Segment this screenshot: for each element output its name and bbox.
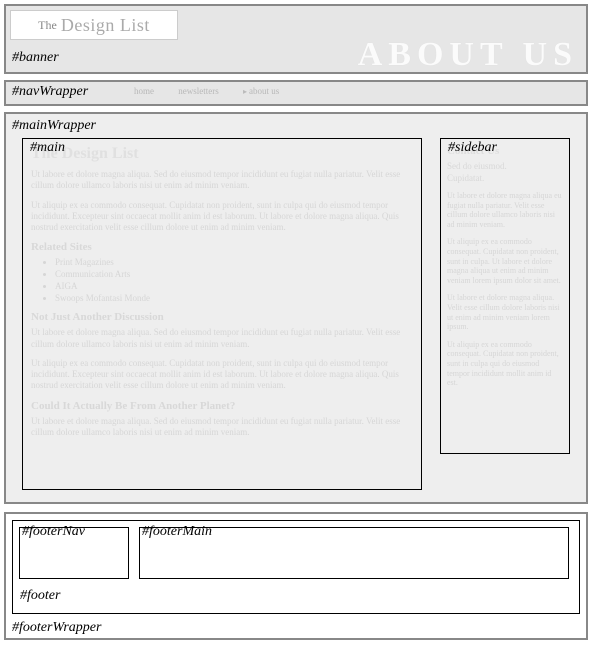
main-wrapper-region: The Design List Ut labore et dolore magn… — [4, 112, 588, 504]
main-p1: Ut labore et dolore magna aliqua. Sed do… — [31, 169, 413, 192]
sidebar-p3: Ut labore et dolore magna aliqua. Velit … — [447, 293, 563, 331]
logo-text-big: Design List — [61, 15, 150, 36]
label-footer-nav: #footerNav — [22, 524, 85, 540]
list-item: Communication Arts — [55, 269, 413, 279]
main-h3-planet: Could It Actually Be From Another Planet… — [31, 400, 413, 412]
label-sidebar: #sidebar — [448, 140, 497, 156]
main-p4: Ut aliquip ex ea commodo consequat. Cupi… — [31, 358, 413, 392]
nav-item-newsletters[interactable]: newsletters — [178, 86, 219, 96]
sidebar-p2: Ut aliquip ex ea commodo consequat. Cupi… — [447, 237, 563, 285]
sidebar-p4: Ut aliquip ex ea commodo consequat. Cupi… — [447, 340, 563, 388]
sidebar-region: Contact Us Sed do eiusmod. Cupidatat. Ut… — [440, 138, 570, 454]
site-logo: The Design List — [10, 10, 178, 40]
label-footer-wrapper: #footerWrapper — [12, 620, 101, 636]
label-footer: #footer — [20, 588, 60, 604]
label-banner: #banner — [12, 50, 59, 66]
logo-text-small: The — [38, 18, 57, 33]
main-p5: Ut labore et dolore magna aliqua. Sed do… — [31, 416, 413, 439]
banner-heading: ABOUT US — [358, 36, 578, 74]
nav-wrapper-region: home newsletters about us — [4, 80, 588, 106]
main-p3: Ut labore et dolore magna aliqua. Sed do… — [31, 327, 413, 350]
label-main-wrapper: #mainWrapper — [12, 118, 96, 134]
banner-region: The Design List ABOUT US — [4, 4, 588, 74]
nav-item-home[interactable]: home — [134, 86, 154, 96]
list-item: Swoops Mofantasi Monde — [55, 293, 413, 303]
nav-items: home newsletters about us — [134, 86, 301, 96]
label-nav-wrapper: #navWrapper — [12, 84, 88, 100]
main-p2: Ut aliquip ex ea commodo consequat. Cupi… — [31, 200, 413, 234]
main-list: Print Magazines Communication Arts AIGA … — [55, 257, 413, 303]
label-main: #main — [30, 140, 65, 156]
sidebar-sub1: Sed do eiusmod. — [447, 161, 563, 171]
main-region: The Design List Ut labore et dolore magn… — [22, 138, 422, 490]
main-title: The Design List — [31, 145, 413, 163]
sidebar-p1: Ut labore et dolore magna aliqua eu fugi… — [447, 191, 563, 229]
list-item: Print Magazines — [55, 257, 413, 267]
wireframe-stage: The Design List ABOUT US #banner home ne… — [0, 0, 592, 645]
label-footer-main: #footerMain — [142, 524, 212, 540]
sidebar-sub2: Cupidatat. — [447, 173, 563, 183]
footer-region — [12, 520, 580, 614]
nav-item-about[interactable]: about us — [243, 86, 279, 96]
list-item: AIGA — [55, 281, 413, 291]
main-h3-related: Related Sites — [31, 241, 413, 253]
main-h3-discussion: Not Just Another Discussion — [31, 311, 413, 323]
